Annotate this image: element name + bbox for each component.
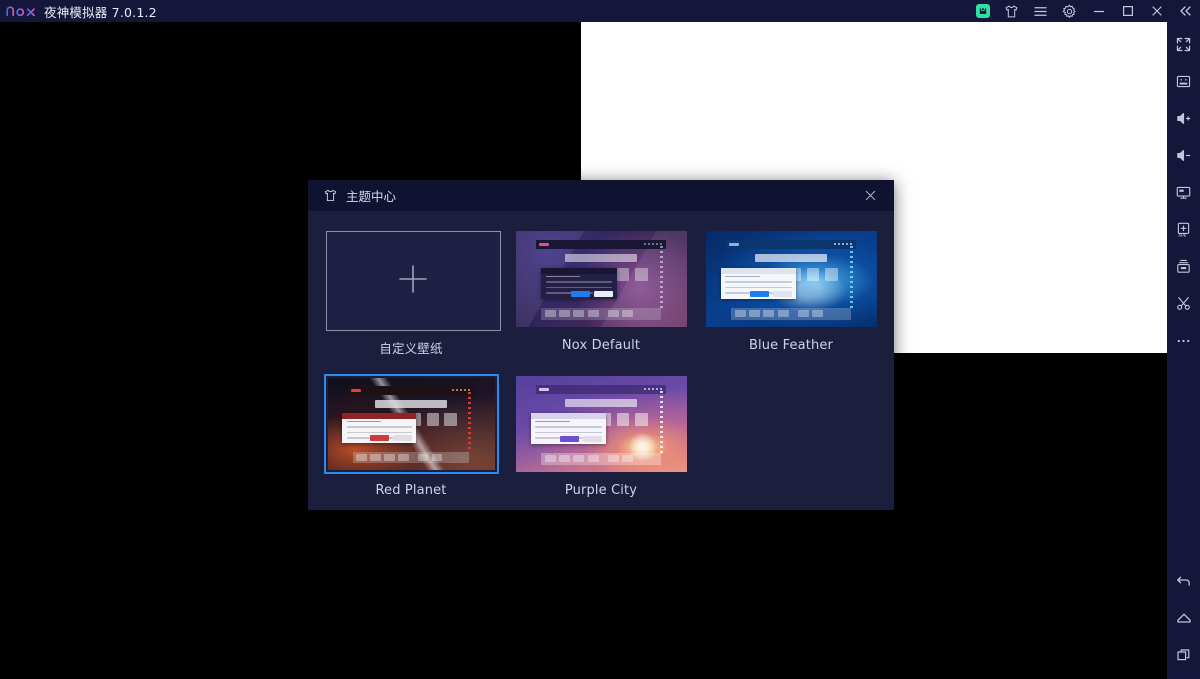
home-icon[interactable]	[1167, 599, 1200, 636]
nox-logo-icon	[4, 0, 38, 22]
theme-icon[interactable]	[997, 0, 1026, 22]
window-titlebar[interactable]: 夜神模拟器 7.0.1.2	[0, 0, 1200, 22]
theme-card-blue-feather[interactable]: Blue Feather	[696, 229, 886, 374]
theme-card-nox-default[interactable]: Nox Default	[506, 229, 696, 374]
dialog-title: 主题中心	[346, 189, 397, 204]
svg-text:APK: APK	[1178, 233, 1186, 238]
side-toolbar-nav-group	[1167, 562, 1200, 679]
maximize-icon[interactable]	[1113, 0, 1142, 22]
shirt-icon	[322, 188, 338, 204]
minimize-icon[interactable]	[1084, 0, 1113, 22]
theme-label: 自定义壁纸	[379, 341, 443, 356]
settings-icon[interactable]	[1055, 0, 1084, 22]
theme-label: Red Planet	[375, 483, 447, 498]
dialog-body: 自定义壁纸 Nox Default Blue Feather Red Plane…	[308, 211, 894, 519]
menu-icon[interactable]	[1026, 0, 1055, 22]
theme-card-purple-city[interactable]: Purple City	[506, 374, 696, 519]
theme-center-dialog[interactable]: 主题中心 自定义壁纸 Nox Default Blue Feather Red …	[308, 180, 894, 510]
theme-label: Blue Feather	[748, 338, 834, 353]
theme-card-custom[interactable]: 自定义壁纸	[316, 229, 506, 374]
theme-label: Nox Default	[561, 338, 641, 353]
fullscreen-icon[interactable]	[1167, 26, 1200, 63]
plus-icon	[395, 261, 431, 302]
theme-thumbnail-red-planet[interactable]	[323, 374, 499, 474]
shared-folder-icon[interactable]	[1167, 248, 1200, 285]
theme-thumbnail-blue-feather[interactable]	[704, 229, 879, 329]
collapse-icon[interactable]	[1171, 0, 1200, 22]
custom-wallpaper-dropzone[interactable]	[325, 231, 501, 331]
theme-thumbnail-custom[interactable]	[324, 229, 501, 331]
theme-label: Purple City	[564, 483, 638, 498]
side-toolbar-top-group: APK	[1167, 22, 1200, 359]
side-toolbar[interactable]: APK	[1167, 22, 1200, 679]
screen-rotate-icon[interactable]	[1167, 174, 1200, 211]
recents-icon[interactable]	[1167, 636, 1200, 673]
store-icon[interactable]	[968, 0, 997, 22]
more-icon[interactable]	[1167, 322, 1200, 359]
volume-up-icon[interactable]	[1167, 100, 1200, 137]
theme-thumbnail-purple-city[interactable]	[514, 374, 689, 474]
theme-card-red-planet[interactable]: Red Planet	[316, 374, 506, 519]
dialog-close-button[interactable]	[854, 180, 886, 211]
keyboard-icon[interactable]	[1167, 63, 1200, 100]
theme-grid: 自定义壁纸 Nox Default Blue Feather Red Plane…	[316, 229, 894, 519]
close-icon[interactable]	[1142, 0, 1171, 22]
install-apk-icon[interactable]: APK	[1167, 211, 1200, 248]
app-title: 夜神模拟器 7.0.1.2	[44, 4, 157, 20]
theme-thumbnail-nox-default[interactable]	[514, 229, 689, 329]
store-icon-badge	[975, 4, 990, 18]
volume-down-icon[interactable]	[1167, 137, 1200, 174]
screenshot-icon[interactable]	[1167, 285, 1200, 322]
back-icon[interactable]	[1167, 562, 1200, 599]
dialog-titlebar[interactable]: 主题中心	[308, 180, 894, 211]
